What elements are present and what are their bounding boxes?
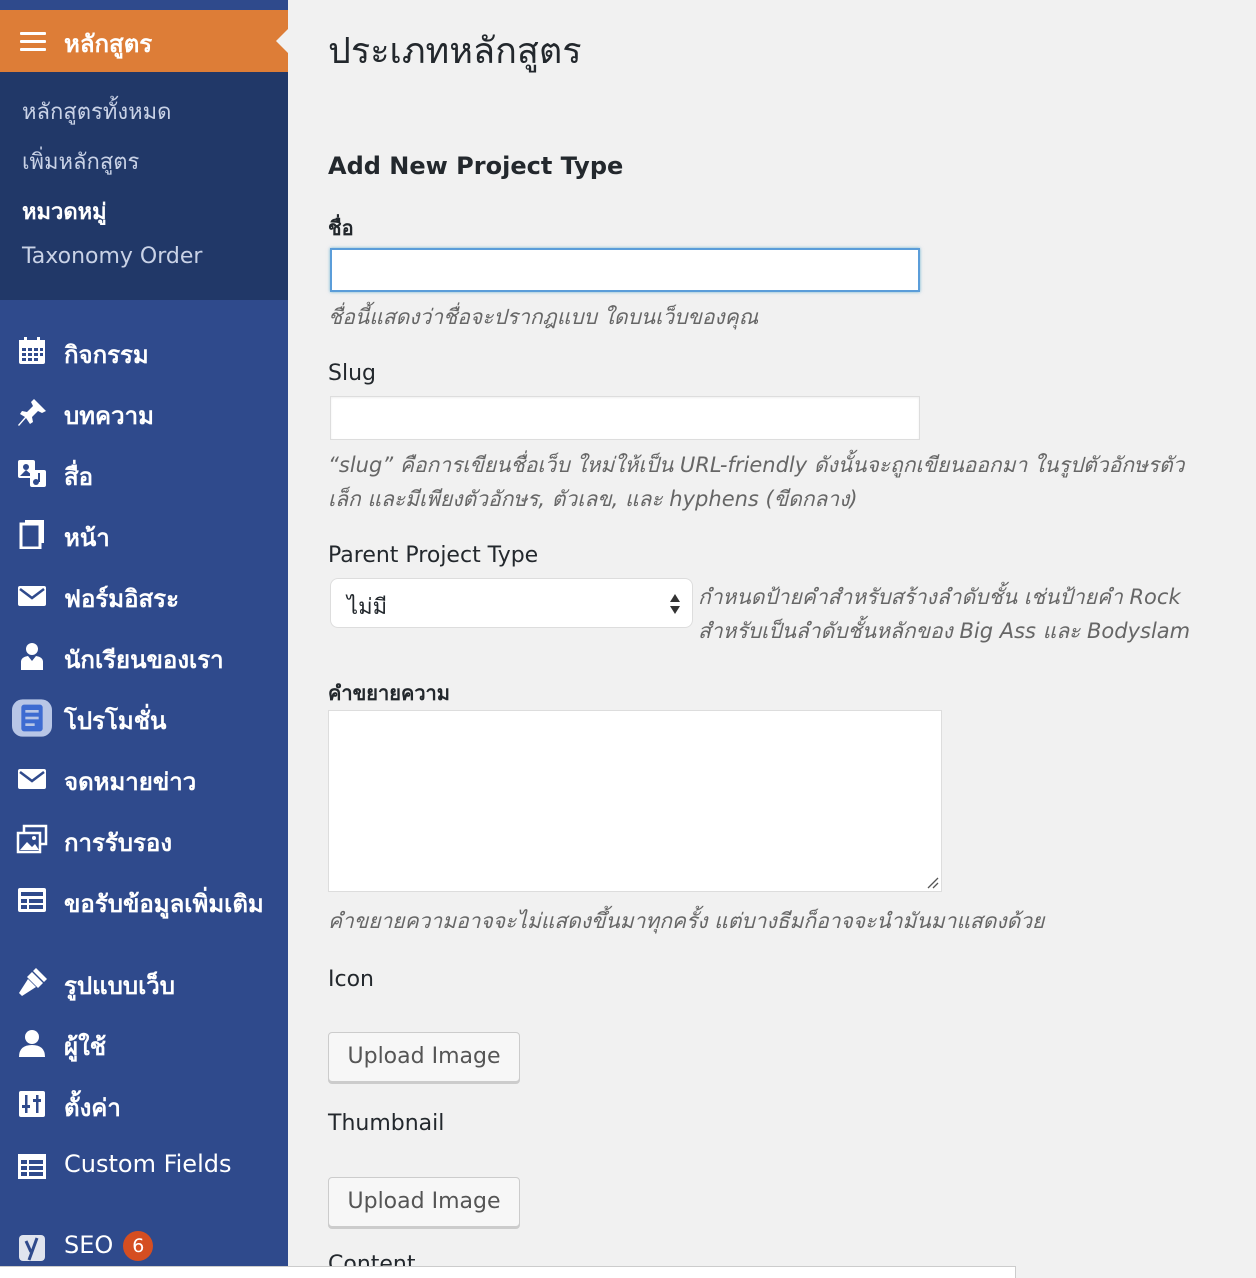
slug-description: “slug” คือการเขียนชื่อเว็บ ใหม่ให้เป็น U…: [328, 453, 1185, 477]
description-help: คำขยายความอาจจะไม่แสดงขึ้นมาทุกครั้ง แต่…: [328, 909, 1045, 933]
icon-upload-button[interactable]: Upload Image: [328, 1032, 520, 1082]
sidebar-item-label: สื่อ: [64, 463, 94, 491]
sidebar-item-label: SEO 6: [64, 1231, 154, 1261]
sidebar-item-label: กิจกรรม: [64, 341, 149, 369]
settings-icon: [19, 1091, 45, 1117]
thumbnail-label: Thumbnail: [328, 1111, 445, 1136]
mail-icon: [18, 769, 46, 789]
sidebar-item-request-info[interactable]: ขอรับข้อมูลเพิ่มเติม: [0, 873, 288, 925]
sidebar-item-appearance[interactable]: รูปแบบเว็บ: [0, 955, 288, 1007]
sidebar-item-users[interactable]: ผู้ใช้: [0, 1016, 288, 1068]
slug-description-line2: เล็ก และมีเพียงตัวอักษร, ตัวเลข, และ hyp…: [328, 487, 858, 511]
promo-icon: [12, 699, 52, 737]
description-textarea[interactable]: [328, 710, 942, 892]
thumbnail-upload-button[interactable]: Upload Image: [328, 1177, 520, 1227]
sidebar-item-pages[interactable]: หน้า: [0, 507, 288, 559]
form-icon: [18, 888, 46, 912]
sidebar-item-media[interactable]: สื่อ: [0, 446, 288, 498]
name-description: ชื่อนี้แสดงว่าชื่อจะปรากฎแบบ ใดบนเว็บของ…: [328, 305, 759, 329]
sidebar-item-seo[interactable]: SEO 6: [0, 1220, 288, 1272]
submenu-taxonomy-order[interactable]: Taxonomy Order: [22, 244, 202, 269]
submenu-categories[interactable]: หมวดหมู่: [22, 194, 107, 229]
sidebar-item-label: Custom Fields: [64, 1150, 232, 1178]
sidebar-item-label: หลักสูตร: [64, 30, 153, 58]
notification-badge: 6: [123, 1231, 154, 1261]
media-icon: [18, 460, 46, 487]
resize-grip-icon[interactable]: [925, 875, 939, 889]
parent-description: กำหนดป้ายคำสำหรับสร้างลำดับชั้น เช่นป้าย…: [698, 580, 1190, 648]
parent-label: Parent Project Type: [328, 543, 539, 568]
calendar-icon: [19, 337, 45, 364]
sidebar-item-label: โปรโมชั่น: [64, 707, 167, 735]
sidebar-item-label: รูปแบบเว็บ: [64, 972, 175, 1000]
sidebar-item-custom-fields[interactable]: Custom Fields: [0, 1139, 288, 1191]
gallery-icon: [16, 824, 48, 854]
parent-description-line2: สำหรับเป็นลำดับชั้นหลักของ Big Ass และ B…: [698, 619, 1191, 643]
sidebar-item-testimonials[interactable]: การรับรอง: [0, 812, 288, 864]
pin-icon: [18, 399, 46, 426]
mail-icon: [18, 586, 46, 606]
sidebar-item-courses[interactable]: หลักสูตร: [0, 10, 288, 72]
content-editor-edge: [0, 1266, 1016, 1278]
name-label: ชื่อ: [328, 216, 354, 240]
form-title: Add New Project Type: [328, 152, 624, 180]
current-indicator: [276, 29, 288, 53]
select-arrows-icon: [670, 594, 680, 614]
sidebar-item-label: ตั้งค่า: [64, 1094, 121, 1122]
seo-label: SEO: [64, 1231, 114, 1259]
submenu-add-course[interactable]: เพิ่มหลักสูตร: [22, 144, 139, 179]
sidebar-item-promotions[interactable]: โปรโมชั่น: [0, 690, 288, 742]
sidebar-item-forms[interactable]: ฟอร์มอิสระ: [0, 568, 288, 620]
sidebar-item-label: ขอรับข้อมูลเพิ่มเติม: [64, 890, 264, 918]
page-title: ประเภทหลักสูตร: [328, 31, 582, 72]
menu-icon: [20, 32, 46, 51]
sidebar-item-label: ผู้ใช้: [64, 1033, 107, 1061]
description-label: คำขยายความ: [328, 681, 450, 705]
student-icon: [21, 643, 43, 670]
sidebar-item-newsletter[interactable]: จดหมายข่าว: [0, 751, 288, 803]
sidebar-item-posts[interactable]: บทความ: [0, 385, 288, 437]
brush-icon: [19, 968, 47, 996]
name-input[interactable]: [330, 248, 920, 292]
parent-select-value: ไม่มี: [347, 595, 388, 620]
sidebar-item-label: ฟอร์มอิสระ: [64, 585, 179, 613]
yoast-icon: [19, 1235, 45, 1261]
parent-select[interactable]: ไม่มี: [330, 578, 693, 628]
table-icon: [18, 1154, 46, 1179]
sidebar-item-label: นักเรียนของเรา: [64, 646, 224, 674]
sidebar-item-label: หน้า: [64, 524, 110, 552]
sidebar-item-students[interactable]: นักเรียนของเรา: [0, 629, 288, 681]
parent-description-line1: กำหนดป้ายคำสำหรับสร้างลำดับชั้น เช่นป้าย…: [698, 585, 1181, 609]
admin-sidebar: หลักสูตร หลักสูตรทั้งหมด เพิ่มหลักสูตร ห…: [0, 0, 288, 1278]
sidebar-item-label: บทความ: [64, 402, 154, 430]
slug-input[interactable]: [330, 396, 920, 440]
submenu-all-courses[interactable]: หลักสูตรทั้งหมด: [22, 94, 171, 129]
sidebar-item-settings[interactable]: ตั้งค่า: [0, 1077, 288, 1129]
sidebar-item-label: การรับรอง: [64, 829, 173, 857]
slug-label: Slug: [328, 361, 376, 386]
sidebar-item-events[interactable]: กิจกรรม: [0, 324, 288, 376]
sidebar-submenu: หลักสูตรทั้งหมด เพิ่มหลักสูตร หมวดหมู่ T…: [0, 72, 288, 300]
icon-label: Icon: [328, 967, 374, 992]
sidebar-item-label: จดหมายข่าว: [64, 768, 197, 796]
user-icon: [19, 1030, 45, 1057]
page-icon: [19, 520, 44, 549]
